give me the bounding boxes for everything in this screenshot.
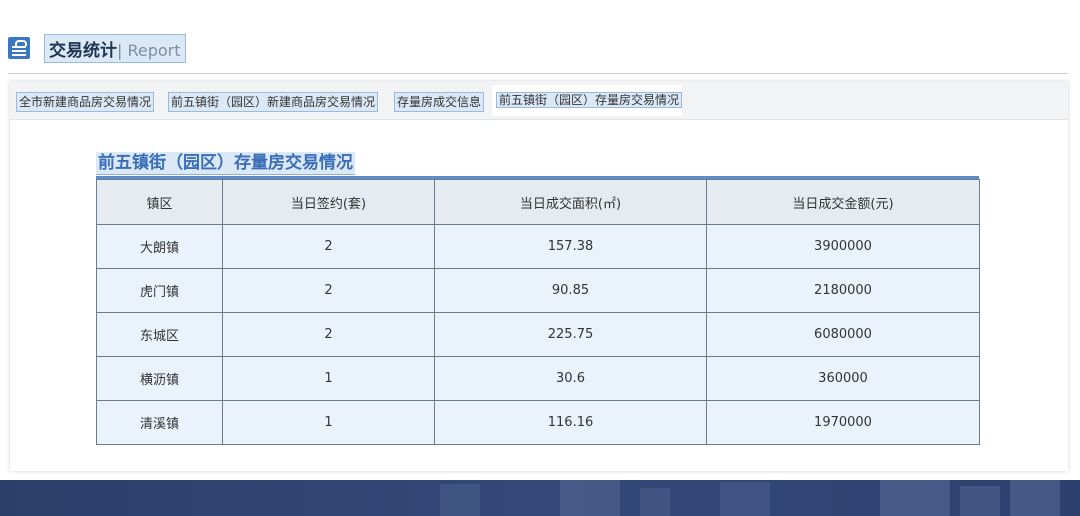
tab-resale-info[interactable]: 存量房成交信息 [394, 92, 485, 112]
page-title-text: 交易统计 [49, 40, 117, 61]
cell-area: 225.75 [434, 312, 707, 357]
col-header-district: 镇区 [96, 179, 223, 225]
cell-signed: 2 [222, 224, 435, 269]
cell-amount: 6080000 [706, 312, 980, 357]
cell-amount: 1970000 [706, 400, 980, 445]
report-panel: 全市新建商品房交易情况 前五镇街（园区）新建商品房交易情况 存量房成交信息 前五… [10, 81, 1068, 471]
cell-area: 30.6 [434, 356, 707, 401]
cell-signed: 1 [222, 356, 435, 401]
tab-top5-new-housing[interactable]: 前五镇街（园区）新建商品房交易情况 [168, 92, 379, 112]
table-row: 大朗镇 2 157.38 3900000 [96, 224, 980, 269]
report-icon [8, 37, 30, 59]
table-row: 虎门镇 2 90.85 2180000 [96, 268, 980, 313]
table-header-row: 镇区 当日签约(套) 当日成交面积(㎡) 当日成交金额(元) [96, 179, 980, 225]
table-row: 东城区 2 225.75 6080000 [96, 312, 980, 357]
cell-area: 90.85 [434, 268, 707, 313]
cell-amount: 2180000 [706, 268, 980, 313]
table-row: 清溪镇 1 116.16 1970000 [96, 400, 980, 445]
cell-district: 大朗镇 [96, 224, 223, 269]
cell-amount: 360000 [706, 356, 980, 401]
tab-bar: 全市新建商品房交易情况 前五镇街（园区）新建商品房交易情况 存量房成交信息 前五… [10, 81, 1068, 120]
tab-city-new-housing[interactable]: 全市新建商品房交易情况 [16, 92, 155, 112]
table-title: 前五镇街（园区）存量房交易情况 [96, 152, 355, 175]
cell-district: 东城区 [96, 312, 223, 357]
cell-amount: 3900000 [706, 224, 980, 269]
footer-banner [0, 480, 1080, 516]
col-header-signed: 当日签约(套) [222, 179, 435, 225]
cell-signed: 2 [222, 268, 435, 313]
tab-top5-resale-label: 前五镇街（园区）存量房交易情况 [496, 92, 683, 108]
cell-area: 157.38 [434, 224, 707, 269]
cell-district: 虎门镇 [96, 268, 223, 313]
cell-signed: 2 [222, 312, 435, 357]
cell-area: 116.16 [434, 400, 707, 445]
col-header-amount: 当日成交金额(元) [706, 179, 980, 225]
data-table: 镇区 当日签约(套) 当日成交面积(㎡) 当日成交金额(元) 大朗镇 2 157… [96, 179, 980, 445]
data-table-wrapper: 镇区 当日签约(套) 当日成交面积(㎡) 当日成交金额(元) 大朗镇 2 157… [96, 176, 980, 445]
page-title-en: | Report [117, 40, 181, 60]
tab-top5-resale[interactable]: 前五镇街（园区）存量房交易情况 [492, 85, 683, 116]
header-divider [8, 73, 1068, 74]
page-title: 交易统计| Report [44, 33, 186, 63]
cell-signed: 1 [222, 400, 435, 445]
cell-district: 清溪镇 [96, 400, 223, 445]
table-row: 横沥镇 1 30.6 360000 [96, 356, 980, 401]
col-header-area: 当日成交面积(㎡) [434, 179, 707, 225]
cell-district: 横沥镇 [96, 356, 223, 401]
page-header: 交易统计| Report [8, 33, 186, 63]
